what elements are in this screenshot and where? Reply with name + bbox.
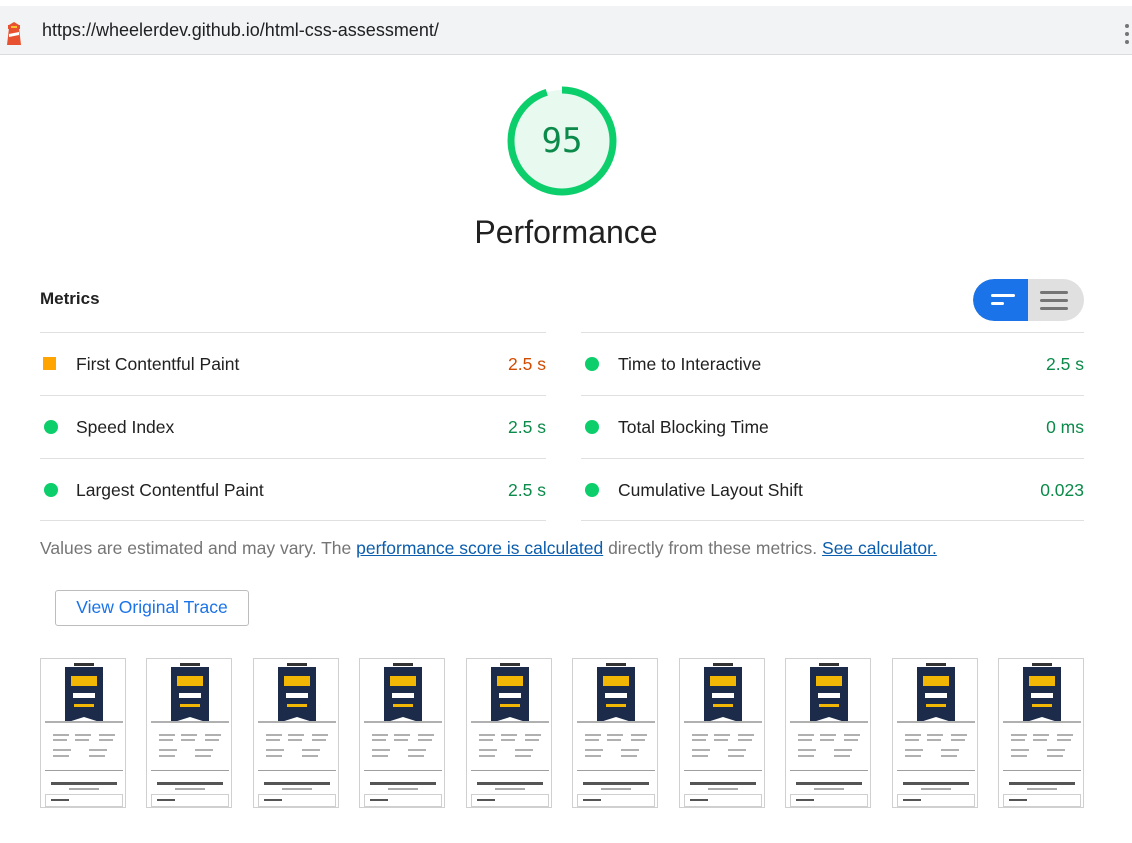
compact-view-icon (991, 294, 1015, 310)
metrics-note: Values are estimated and may vary. The p… (40, 538, 937, 559)
filmstrip-frame (253, 658, 339, 808)
metrics-column-right: Time to Interactive 2.5 s Total Blocking… (581, 332, 1084, 521)
filmstrip-frame (146, 658, 232, 808)
green-circle-icon (585, 357, 599, 371)
metric-value: 2.5 s (508, 480, 546, 500)
filmstrip-frame (679, 658, 765, 808)
note-prefix: Values are estimated and may vary. The (40, 538, 357, 558)
expanded-view-button[interactable] (1028, 279, 1084, 321)
category-title: Performance (474, 214, 658, 250)
filmstrip-frame (466, 658, 552, 808)
view-original-trace-button[interactable]: View Original Trace (55, 590, 249, 626)
metric-largest-contentful-paint[interactable]: Largest Contentful Paint 2.5 s (40, 458, 546, 521)
score-calculated-link[interactable]: performance score is calculated (356, 538, 603, 558)
performance-score: 95 (541, 121, 583, 161)
metric-value: 2.5 s (508, 417, 546, 437)
metric-label: First Contentful Paint (76, 354, 240, 374)
metric-cumulative-layout-shift[interactable]: Cumulative Layout Shift 0.023 (581, 458, 1084, 521)
orange-square-icon (43, 357, 56, 370)
metric-label: Cumulative Layout Shift (618, 480, 803, 500)
metric-label: Speed Index (76, 417, 175, 437)
metrics-view-toggle[interactable] (973, 279, 1084, 321)
filmstrip-frame (892, 658, 978, 808)
filmstrip-frame (40, 658, 126, 808)
metric-time-to-interactive[interactable]: Time to Interactive 2.5 s (581, 332, 1084, 395)
green-circle-icon (585, 420, 599, 434)
vertical-dots-icon[interactable] (1125, 24, 1132, 46)
metrics-column-left: First Contentful Paint 2.5 s Speed Index… (40, 332, 546, 521)
metric-label: Largest Contentful Paint (76, 480, 264, 500)
filmstrip-frame (359, 658, 445, 808)
filmstrip (40, 658, 1084, 810)
green-circle-icon (44, 483, 58, 497)
url-text[interactable]: https://wheelerdev.github.io/html-css-as… (42, 20, 439, 41)
expanded-view-icon (1040, 291, 1068, 315)
filmstrip-frame (998, 658, 1084, 808)
filmstrip-frame (785, 658, 871, 808)
metric-first-contentful-paint[interactable]: First Contentful Paint 2.5 s (40, 332, 546, 395)
note-middle: directly from these metrics. (603, 538, 818, 558)
metric-label: Time to Interactive (618, 354, 762, 374)
metric-value: 2.5 s (508, 354, 546, 374)
metric-value: 0 ms (1046, 417, 1084, 437)
metric-value: 2.5 s (1046, 354, 1084, 374)
metric-speed-index[interactable]: Speed Index 2.5 s (40, 395, 546, 458)
green-circle-icon (585, 483, 599, 497)
lighthouse-icon (7, 22, 21, 45)
metrics-heading: Metrics (40, 289, 100, 308)
url-bar: https://wheelerdev.github.io/html-css-as… (0, 0, 1132, 55)
metric-label: Total Blocking Time (618, 417, 769, 437)
green-circle-icon (44, 420, 58, 434)
metric-total-blocking-time[interactable]: Total Blocking Time 0 ms (581, 395, 1084, 458)
see-calculator-link[interactable]: See calculator. (822, 538, 937, 558)
metric-value: 0.023 (1040, 480, 1084, 500)
compact-view-button[interactable] (973, 279, 1028, 321)
filmstrip-frame (572, 658, 658, 808)
